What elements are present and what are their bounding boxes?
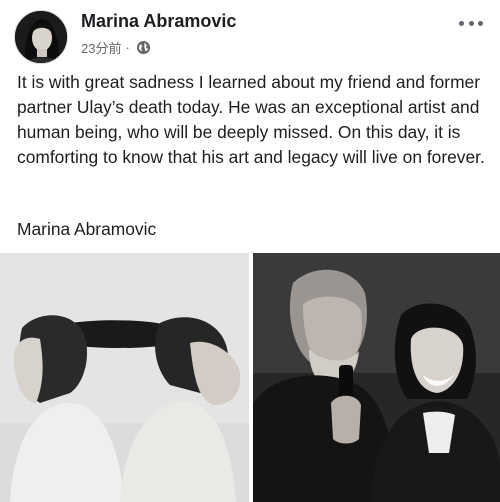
more-dot — [478, 20, 483, 26]
post-header: Marina Abramovic 23分前 · — [0, 0, 500, 66]
photo-grid — [0, 253, 500, 502]
post-signature: Marina Abramovic — [17, 219, 157, 239]
more-dot — [459, 20, 464, 26]
photo-performance[interactable] — [0, 253, 249, 502]
more-dot — [468, 20, 474, 26]
author-name[interactable]: Marina Abramovic — [81, 11, 236, 32]
meta-separator: · — [125, 40, 130, 55]
more-options-icon[interactable] — [459, 13, 483, 33]
post-meta: 23分前 · — [81, 38, 151, 57]
author-avatar[interactable] — [14, 10, 68, 64]
globe-icon[interactable] — [136, 40, 151, 55]
post-time[interactable]: 23分前 — [81, 38, 121, 57]
post-text: It is with great sadness I learned about… — [17, 72, 485, 167]
photo-portrait[interactable] — [253, 253, 500, 502]
